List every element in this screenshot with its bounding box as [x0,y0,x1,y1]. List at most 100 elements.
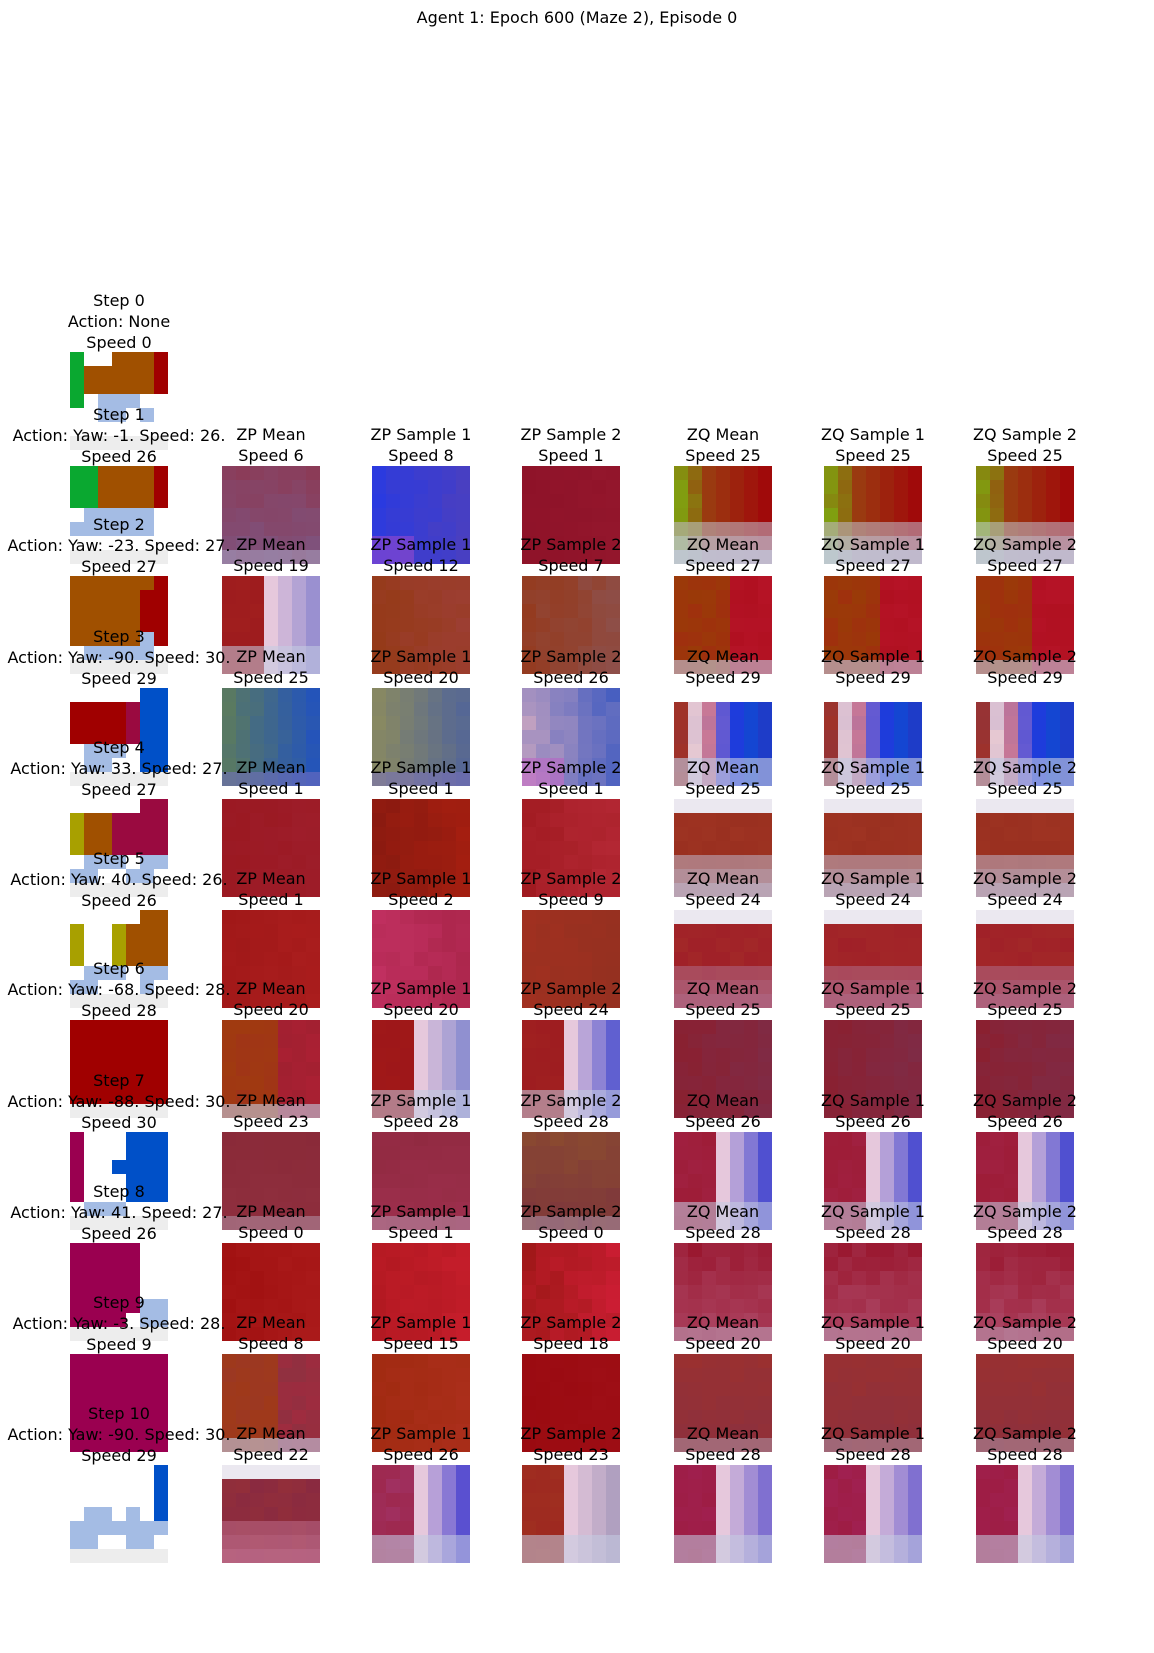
pixel [414,938,429,953]
observation-cell [98,1271,113,1286]
pixel [716,1062,731,1077]
pixel [606,716,620,731]
pixel [456,716,470,731]
pixel [1004,1062,1019,1077]
pixel [264,1535,279,1550]
observation-cell [140,1382,155,1397]
pixel [976,716,991,731]
pixel [838,1535,853,1550]
pixel [536,688,551,703]
pixel [522,841,537,856]
pixel [688,632,703,647]
pixel [824,1549,839,1563]
pixel [866,480,881,495]
pixel [250,702,265,717]
pixel [1046,827,1061,842]
pixel [428,618,443,633]
pixel [880,480,895,495]
pixel [306,1465,320,1480]
pixel [236,1132,251,1147]
pixel [292,1076,307,1091]
pixel [852,952,867,967]
pixel [306,494,320,509]
pixel [866,1549,881,1563]
pixel [236,688,251,703]
panel-label-line: Step 5 [93,849,145,868]
pixel [578,1271,593,1286]
pixel [730,1034,745,1049]
pixel [592,494,607,509]
pixel [306,813,320,828]
pixel [716,1382,731,1397]
observation-cell [112,1354,127,1369]
panel-label-line: ZQ Sample 2 [973,425,1077,444]
pixel [292,1521,307,1536]
pixel [716,604,731,619]
pixel [1018,716,1033,731]
pixel [306,1132,320,1147]
pixel [264,1146,279,1161]
pixel [880,1257,895,1272]
pixel [400,910,415,925]
pixel [838,618,853,633]
pixel [702,494,717,509]
panel-label-line: ZQ Sample 2 [973,1313,1077,1332]
pixel [894,1160,909,1175]
pixel [758,924,772,939]
observation-cell [140,1132,155,1147]
pixel [578,813,593,828]
observation-cell [98,938,113,953]
pixel [908,1354,922,1369]
pixel [1046,952,1061,967]
pixel [744,1174,759,1189]
pixel [702,1285,717,1300]
pixel [1004,1076,1019,1091]
pixel [592,1146,607,1161]
pixel [550,1048,565,1063]
pixel [688,813,703,828]
pixel [990,480,1005,495]
pixel [250,827,265,842]
pixel [866,1271,881,1286]
pixel [1018,952,1033,967]
observation-cell [70,466,85,481]
pixel [894,1132,909,1147]
pixel [1032,1048,1047,1063]
pixel [1046,1479,1061,1494]
pixel [236,604,251,619]
panel-label: ZQ Sample 2 Speed 25 [973,757,1077,799]
pixel [744,799,759,814]
pixel [550,1354,565,1369]
pixel [222,1243,237,1258]
pixel [744,827,759,842]
panel-label: ZQ Sample 2 Speed 25 [973,424,1077,466]
pixel [400,1160,415,1175]
pixel [1060,508,1074,523]
pixel [386,1132,401,1147]
pixel [536,1160,551,1175]
pixel [442,938,457,953]
pixel [908,1521,922,1536]
observation-cell [112,1257,127,1272]
panel-label-line: Speed 25 [987,779,1063,798]
pixel [894,1535,909,1550]
observation-cell [84,1243,99,1258]
pixel [578,576,593,591]
pixel [702,1048,717,1063]
pixel [1032,1382,1047,1397]
pixel [852,466,867,481]
pixel [702,466,717,481]
pixel [1032,1465,1047,1480]
pixel [400,1020,415,1035]
pixel [976,1257,991,1272]
pixel [824,618,839,633]
pixel [744,576,759,591]
pixel [564,1535,579,1550]
observation-cell [84,1257,99,1272]
pixel [730,1271,745,1286]
observation-cell [98,1257,113,1272]
pixel [908,1034,922,1049]
pixel [894,702,909,717]
pixel [222,1132,237,1147]
panel-label: ZQ Sample 2 Speed 25 [973,978,1077,1020]
